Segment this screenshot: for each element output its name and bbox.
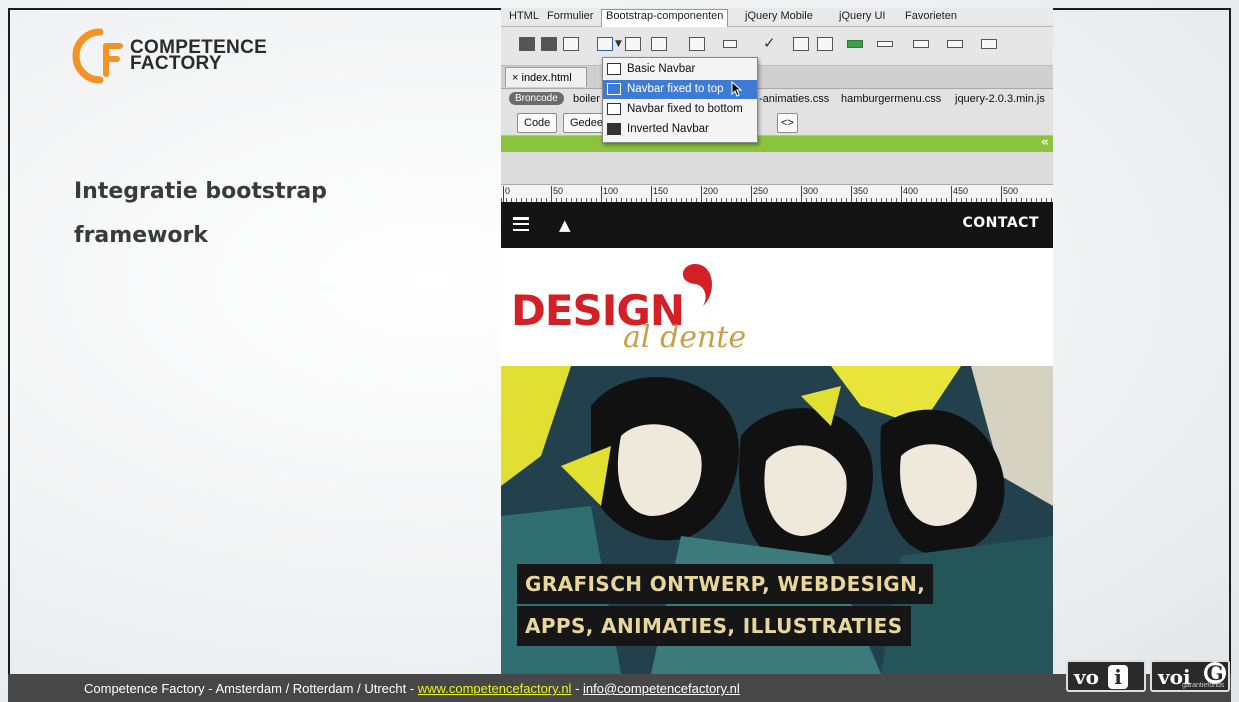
- ruler-tick: 300: [801, 186, 818, 202]
- ruler-tick: 150: [651, 186, 668, 202]
- menu-item-label: Navbar fixed to top: [627, 83, 724, 95]
- ruler-tick: 200: [701, 186, 718, 202]
- tagline-line-2: APPS, ANIMATIES, ILLUSTRATIES: [517, 606, 911, 646]
- footer-website-link[interactable]: www.competencefactory.nl: [418, 681, 572, 696]
- badge-vo-text: vo: [1074, 665, 1099, 689]
- view-switch-bar: Code Gedee <>: [501, 111, 1053, 136]
- site-navbar: ▲ CONTACT: [501, 202, 1053, 248]
- container-icon[interactable]: [519, 37, 535, 51]
- menu-item-basic-navbar[interactable]: Basic Navbar: [603, 60, 757, 79]
- ruler-tick: 50: [551, 186, 563, 202]
- logo-line-2: FACTORY: [130, 53, 222, 74]
- slide-title: Integratie bootstrap framework: [74, 179, 327, 248]
- footer-text: Competence Factory - Amsterdam / Rotterd…: [84, 681, 740, 696]
- tab-favorieten[interactable]: Favorieten: [905, 10, 957, 22]
- canvas-gutter: [501, 152, 1053, 184]
- inverted-navbar-icon: [607, 123, 621, 135]
- menu-item-label: Inverted Navbar: [627, 123, 709, 135]
- button-group-icon[interactable]: [689, 37, 705, 51]
- tab-html[interactable]: HTML: [509, 10, 539, 22]
- media-icon[interactable]: [947, 40, 963, 48]
- hero-illustration: GRAFISCH ONTWERP, WEBDESIGN, APPS, ANIMA…: [501, 366, 1053, 674]
- panel-icon[interactable]: [913, 40, 929, 48]
- table-icon[interactable]: [981, 39, 997, 49]
- source-code-pill[interactable]: Broncode: [509, 92, 564, 105]
- related-file-animaties[interactable]: -animaties.css: [759, 93, 829, 105]
- footer-locations: Competence Factory - Amsterdam / Rotterd…: [84, 681, 418, 696]
- collapse-arrows-icon[interactable]: «: [1041, 135, 1049, 150]
- tagline-line-1: GRAFISCH ONTWERP, WEBDESIGN,: [517, 564, 934, 604]
- textfield-icon[interactable]: [817, 37, 833, 51]
- progress-icon[interactable]: [877, 41, 893, 47]
- navbar-icon: [607, 63, 621, 75]
- checkbox-icon[interactable]: ✓: [763, 34, 776, 52]
- ruler-tick: 250: [751, 186, 768, 202]
- info-icon: i: [1108, 665, 1128, 689]
- g-circle-icon: G: [1204, 662, 1226, 684]
- voi-garantiefonds-badge: voi G garantiefonds: [1150, 660, 1230, 692]
- home-icon[interactable]: ▲: [559, 216, 571, 234]
- breadcrumb-icon[interactable]: [625, 37, 641, 51]
- ruler-tick: 450: [951, 186, 968, 202]
- menu-item-navbar-fixed-bottom[interactable]: Navbar fixed to bottom: [603, 100, 757, 119]
- ruler-tick: 100: [601, 186, 618, 202]
- website-preview: ▲ CONTACT DESIGN al dente GRAFISCH ONTWE…: [501, 202, 1053, 674]
- navbar-dropdown-menu: Basic Navbar Navbar fixed to top Navbar …: [602, 57, 758, 143]
- nav-contact-link[interactable]: CONTACT: [962, 215, 1039, 231]
- navbar-dropdown-icon[interactable]: ▼: [615, 39, 622, 49]
- menu-item-inverted-navbar[interactable]: Inverted Navbar: [603, 120, 757, 139]
- tab-bootstrap-componenten[interactable]: Bootstrap-componenten: [601, 9, 729, 27]
- horizontal-ruler: 0 50 100 150 200 250 300 350 400 450 500: [501, 184, 1053, 204]
- close-tab-icon[interactable]: ×: [512, 72, 518, 84]
- image-icon[interactable]: [651, 37, 667, 51]
- mouse-cursor-icon: [731, 81, 743, 97]
- menu-item-label: Basic Navbar: [627, 63, 696, 75]
- brand-al-dente-text: al dente: [623, 320, 747, 355]
- ruler-tick: 500: [1001, 186, 1018, 202]
- fluid-container-icon[interactable]: [541, 37, 557, 51]
- menu-item-label: Navbar fixed to bottom: [627, 103, 743, 115]
- media-query-bar[interactable]: «: [501, 135, 1053, 152]
- document-tab-bar: × index.html: [501, 66, 1053, 89]
- related-file-hamburgermenu[interactable]: hamburgermenu.css: [841, 93, 941, 105]
- badge-garantiefonds-text: garantiefonds: [1182, 682, 1225, 689]
- grid-row-icon[interactable]: [563, 37, 579, 51]
- dropdown-icon[interactable]: [723, 40, 737, 48]
- navbar-bottom-icon: [607, 103, 621, 115]
- vo-keurmerk-badge: vo i: [1066, 660, 1146, 692]
- ruler-tick: 350: [851, 186, 868, 202]
- ruler-tick: 0: [503, 186, 510, 202]
- radio-icon[interactable]: [793, 37, 809, 51]
- tab-jquery-ui[interactable]: jQuery UI: [839, 10, 885, 22]
- code-view-button[interactable]: Code: [517, 113, 558, 133]
- ruler-tick: 400: [901, 186, 918, 202]
- related-files-bar: Broncode boiler -animaties.css hamburger…: [501, 89, 1053, 111]
- code-tag-icon[interactable]: <>: [777, 113, 798, 133]
- footer-email-link[interactable]: info@competencefactory.nl: [583, 681, 740, 696]
- footer-separator: -: [571, 681, 584, 696]
- tab-formulier[interactable]: Formulier: [547, 10, 593, 22]
- logo-wordmark: COMPETENCE FACTORY: [130, 38, 267, 74]
- document-tab[interactable]: × index.html: [505, 67, 587, 87]
- related-file-boiler[interactable]: boiler: [573, 93, 600, 105]
- navbar-top-icon: [607, 83, 621, 95]
- bootstrap-toolbar: ▼ ✓: [501, 27, 1053, 66]
- navbar-icon[interactable]: [597, 37, 613, 51]
- slide-footer: Competence Factory - Amsterdam / Rotterd…: [8, 674, 1231, 702]
- document-filename: index.html: [521, 72, 572, 84]
- tab-jquery-mobile[interactable]: jQuery Mobile: [745, 10, 813, 22]
- hamburger-menu-icon[interactable]: [513, 217, 529, 232]
- alert-icon[interactable]: [847, 40, 863, 48]
- related-file-jquery[interactable]: jquery-2.0.3.min.js: [955, 93, 1045, 105]
- insert-panel-tabs: HTML Formulier Bootstrap-componenten jQu…: [501, 8, 1053, 27]
